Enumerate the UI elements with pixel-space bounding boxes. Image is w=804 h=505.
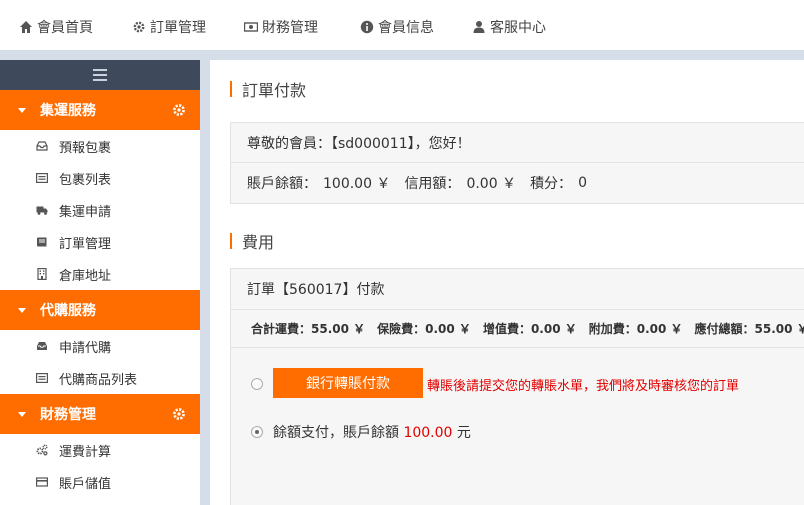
nav-home-label: 會員首頁 — [37, 20, 93, 36]
section-title-fees: 費用 — [230, 229, 274, 253]
nav-home[interactable]: 會員首頁 — [19, 17, 93, 37]
balance-value: 100.00 ￥ — [323, 176, 391, 192]
top-nav: 會員首頁 訂單管理 財務管理 會員信息 客服中心 — [0, 0, 804, 50]
fee-total: 應付總額：55.00 ￥ — [694, 322, 804, 336]
credit-value: 0.00 ￥ — [466, 176, 517, 192]
member-info-panel: 尊敬的會員：【sd000011】，您好！ 賬戶餘額： 100.00 ￥ 信用額：… — [230, 122, 804, 204]
caret-down-icon — [18, 411, 26, 417]
user-icon — [473, 21, 485, 33]
sidebar-item-freight-calculator[interactable]: 運費計算 — [0, 434, 200, 466]
fee-insurance: 保險費：0.00 ￥ — [377, 322, 471, 336]
title-accent-bar — [230, 81, 232, 97]
sidebar-item-label: 代購商品列表 — [59, 372, 138, 388]
sidebar-group-finance[interactable]: 財務管理 — [0, 394, 200, 434]
caret-down-icon — [18, 107, 26, 113]
gear-icon[interactable] — [172, 407, 186, 421]
nav-member-info-label: 會員信息 — [378, 20, 434, 36]
sidebar-item-label: 包裹列表 — [59, 172, 112, 188]
sidebar-item-label: 預報包裹 — [59, 140, 112, 156]
gear-icon — [133, 21, 145, 33]
sidebar-item-label: 運費計算 — [59, 444, 112, 460]
sidebar-item-label: 賬戶儲值 — [59, 476, 112, 492]
nav-member-info[interactable]: 會員信息 — [360, 17, 434, 37]
nav-finance-label: 財務管理 — [262, 20, 318, 36]
bank-transfer-button[interactable]: 銀行轉賬付款 — [273, 368, 423, 398]
inbox-icon — [37, 342, 47, 350]
fee-shipping: 合計運費：55.00 ￥ — [251, 322, 366, 336]
credit-label: 信用額： — [404, 176, 461, 192]
points-value: 0 — [578, 175, 587, 191]
nav-orders[interactable]: 訂單管理 — [132, 17, 206, 37]
book-icon — [37, 237, 47, 247]
sidebar-group-shipping[interactable]: 集運服務 — [0, 90, 200, 130]
sidebar-item-consolidation-apply[interactable]: 集運申請 — [0, 194, 200, 226]
building-icon — [37, 268, 47, 280]
inbox-icon — [36, 141, 48, 151]
cogs-icon — [36, 444, 48, 456]
header-divider — [0, 50, 804, 60]
sidebar-item-purchase-list[interactable]: 代購商品列表 — [0, 362, 200, 394]
sidebar-item-label: 申請代購 — [59, 340, 112, 356]
member-greeting-row: 尊敬的會員：【sd000011】，您好！ — [231, 123, 804, 163]
sidebar-item-label: 集運申請 — [59, 204, 112, 220]
caret-down-icon — [18, 307, 26, 313]
sidebar-divider — [200, 60, 210, 505]
main-content: 訂單付款 尊敬的會員：【sd000011】，您好！ 賬戶餘額： 100.00 ￥… — [210, 60, 804, 505]
nav-finance[interactable]: 財務管理 — [244, 17, 318, 37]
payment-options: 銀行轉賬付款 轉賬後請提交您的轉賬水單，我們將及時審核您的訂單 餘額支付，賬戶餘… — [231, 348, 804, 505]
sidebar-group-title: 代購服務 — [40, 303, 96, 319]
page-title: 訂單付款 — [242, 81, 307, 100]
section-title-payment: 訂單付款 — [230, 77, 306, 101]
balance-pay-option[interactable]: 餘額支付，賬戶餘額 100.00 元 — [273, 422, 471, 442]
fee-summary-row: 合計運費：55.00 ￥ 保險費：0.00 ￥ 增值費：0.00 ￥ 附加費：0… — [231, 310, 804, 348]
sidebar-group-title: 財務管理 — [40, 407, 96, 423]
sidebar-item-warehouse-address[interactable]: 倉庫地址 — [0, 258, 200, 290]
order-line-row: 訂單【560017】付款 — [231, 269, 804, 310]
nav-support[interactable]: 客服中心 — [472, 17, 546, 37]
fee-value-added: 增值費：0.00 ￥ — [482, 322, 577, 336]
sidebar-item-forecast-package[interactable]: 預報包裹 — [0, 130, 200, 162]
bank-transfer-radio[interactable] — [251, 378, 263, 390]
balance-pay-text: 餘額支付，賬戶餘額 — [273, 425, 399, 441]
sidebar-group-purchasing[interactable]: 代購服務 — [0, 290, 200, 330]
sidebar-item-label: 訂單管理 — [59, 236, 112, 252]
home-icon — [20, 21, 32, 33]
fee-surcharge: 附加費：0.00 ￥ — [588, 322, 683, 336]
info-icon — [360, 20, 374, 34]
sidebar-item-label: 倉庫地址 — [59, 268, 112, 284]
balance-pay-radio[interactable] — [251, 426, 263, 438]
sidebar-item-account-topup[interactable]: 賬戶儲值 — [0, 466, 200, 498]
balance-pay-amount: 100.00 — [403, 425, 453, 441]
sidebar-item-apply-purchase[interactable]: 申請代購 — [0, 330, 200, 362]
sidebar-item-order-management[interactable]: 訂單管理 — [0, 226, 200, 258]
order-line: 訂單【560017】付款 — [247, 282, 385, 298]
nav-support-label: 客服中心 — [490, 20, 546, 36]
section-heading: 費用 — [242, 233, 275, 252]
balance-label: 賬戶餘額： — [247, 176, 317, 192]
nav-orders-label: 訂單管理 — [150, 20, 206, 36]
sidebar: 集運服務 預報包裹 包裹列表 集運申請 訂單管理 倉庫地址 代購服務 申請代購 … — [0, 60, 200, 505]
sidebar-toggle[interactable] — [0, 60, 200, 90]
list-icon — [36, 373, 48, 384]
money-icon — [244, 22, 258, 32]
title-accent-bar — [230, 233, 232, 249]
truck-icon — [36, 206, 48, 215]
card-icon — [36, 477, 48, 487]
menu-icon — [93, 69, 107, 81]
gear-icon[interactable] — [172, 103, 186, 117]
sidebar-item-package-list[interactable]: 包裹列表 — [0, 162, 200, 194]
list-icon — [36, 173, 48, 184]
bank-transfer-notice: 轉賬後請提交您的轉賬水單，我們將及時審核您的訂單 — [427, 379, 740, 394]
balance-pay-unit: 元 — [456, 425, 471, 441]
points-label: 積分： — [530, 176, 573, 192]
sidebar-group-title: 集運服務 — [40, 103, 96, 119]
fee-panel: 訂單【560017】付款 合計運費：55.00 ￥ 保險費：0.00 ￥ 增值費… — [230, 268, 804, 505]
member-greeting: 尊敬的會員：【sd000011】，您好！ — [247, 135, 471, 152]
account-summary-row: 賬戶餘額： 100.00 ￥ 信用額： 0.00 ￥ 積分： 0 — [231, 163, 804, 203]
